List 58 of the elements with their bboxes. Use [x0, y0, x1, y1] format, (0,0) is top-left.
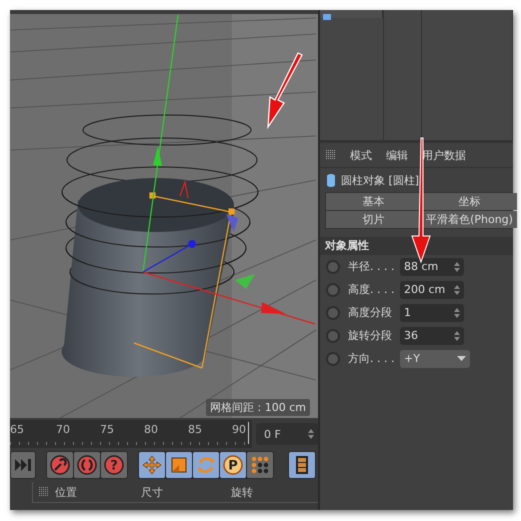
section-header: 对象属性	[320, 237, 513, 255]
frame-number: 90	[232, 423, 246, 436]
tool-button[interactable]	[74, 452, 100, 478]
object-title: 圆柱对象 [圆柱]	[341, 172, 420, 188]
keyframe-toggle[interactable]	[326, 282, 340, 296]
parameter-label: 方向. . . .	[348, 351, 396, 366]
spin-arrows-icon[interactable]	[454, 308, 460, 318]
key-icon	[50, 455, 70, 475]
tool-button[interactable]	[11, 452, 35, 478]
number-field[interactable]: 1	[400, 304, 464, 322]
frame-number: 85	[188, 423, 202, 436]
move-icon	[142, 455, 162, 475]
frame-number: 65	[10, 423, 24, 436]
dot-grid-icon	[250, 455, 270, 475]
grid-spacing-label: 网格间距 : 100 cm	[206, 399, 310, 416]
tab[interactable]: 切片	[326, 211, 421, 228]
tool-button[interactable]	[166, 452, 192, 478]
spin-arrows-icon[interactable]	[454, 330, 460, 340]
parameter-label: 半径. . . .	[348, 259, 396, 274]
spin-arrows-icon[interactable]	[308, 429, 314, 439]
frame-field[interactable]: 0 F	[256, 423, 318, 445]
spin-arrows-icon[interactable]	[454, 284, 460, 294]
cylinder-icon	[327, 174, 335, 186]
tool-button[interactable]	[247, 452, 273, 478]
tab[interactable]: 基本	[326, 193, 421, 210]
tool-button[interactable]	[289, 452, 315, 478]
menu-item[interactable]: 用户数据	[422, 148, 466, 162]
keyframe-toggle[interactable]	[326, 352, 340, 366]
tool-button[interactable]	[139, 452, 165, 478]
column-header: 尺寸	[141, 484, 164, 500]
caret-icon	[457, 356, 466, 361]
scale-icon	[169, 455, 189, 475]
frame-number: 70	[56, 423, 70, 436]
column-header: 旋转	[231, 484, 253, 500]
column-header: 位置	[55, 484, 78, 500]
rotate-icon	[196, 455, 216, 475]
dropdown[interactable]: +Y	[400, 350, 470, 368]
tool-button[interactable]	[47, 452, 73, 478]
tab[interactable]: 平滑着色(Phong)	[422, 211, 517, 228]
number-field[interactable]: 200 cm	[400, 280, 464, 298]
timeline-ruler[interactable]: 65 70 75 80 85 90	[10, 420, 252, 448]
keyframe-toggle[interactable]	[326, 260, 340, 274]
spin-arrows-icon[interactable]	[454, 262, 460, 272]
frame-number: 80	[144, 423, 158, 436]
number-field[interactable]: 36	[400, 326, 464, 344]
menu-item[interactable]: 模式	[350, 148, 372, 162]
menu-item[interactable]: 编辑	[386, 148, 408, 162]
number-field[interactable]: 88 cm	[400, 258, 464, 276]
object-icon	[323, 14, 331, 20]
parameter-label: 旋转分段	[348, 328, 393, 343]
tab[interactable]: 坐标	[422, 193, 517, 210]
frame-number: 75	[100, 423, 114, 436]
parameter-label: 高度分段	[348, 305, 393, 320]
parameter-label: 高度. . . .	[348, 282, 396, 297]
object-row[interactable]	[320, 10, 383, 18]
keyframe-toggle[interactable]	[326, 306, 340, 320]
auto-key-icon	[77, 455, 97, 475]
keyframe-toggle[interactable]	[326, 328, 340, 342]
